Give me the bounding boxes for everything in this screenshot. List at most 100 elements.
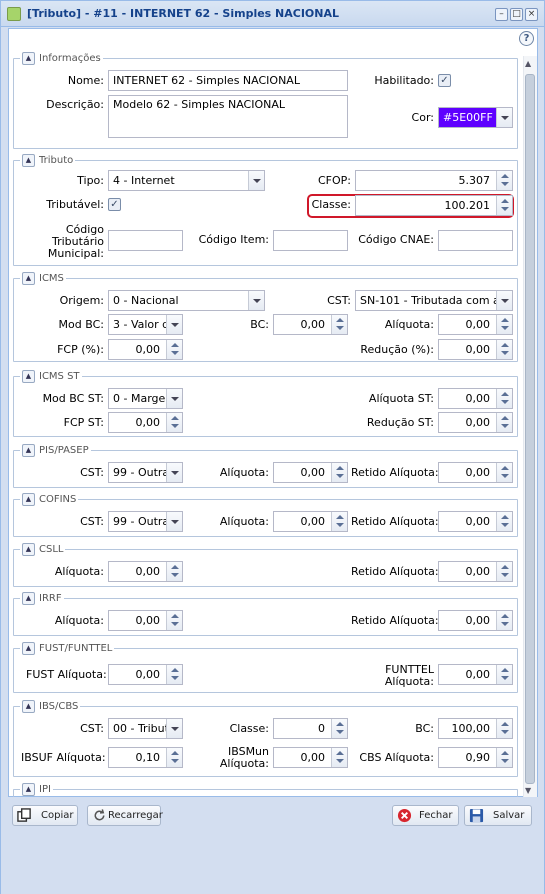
- fcpst-field[interactable]: 0,00: [108, 412, 183, 433]
- chevron-down-icon[interactable]: [166, 315, 182, 334]
- help-icon[interactable]: ?: [519, 31, 534, 46]
- collapse-icon[interactable]: ▲: [22, 443, 35, 457]
- reducaost-field[interactable]: 0,00: [438, 412, 513, 433]
- pis-retido-spinner[interactable]: [496, 463, 512, 482]
- collapse-icon[interactable]: ▲: [22, 153, 35, 167]
- chevron-down-icon[interactable]: [248, 291, 264, 310]
- chevron-down-icon[interactable]: [496, 108, 512, 127]
- bc-spinner[interactable]: [331, 315, 347, 334]
- icms-aliquota-field[interactable]: 0,00: [438, 314, 513, 335]
- cofins-aliquota-spinner[interactable]: [331, 512, 347, 531]
- cofins-aliquota-value: 0,00: [300, 515, 326, 528]
- nome-field[interactable]: INTERNET 62 - Simples NACIONAL: [108, 70, 348, 91]
- tipo-select[interactable]: 4 - Internet: [108, 170, 265, 191]
- collapse-icon[interactable]: ▲: [22, 271, 35, 285]
- ibsuf-aliquota-spinner[interactable]: [166, 748, 182, 767]
- chevron-down-icon[interactable]: [248, 171, 264, 190]
- pis-aliquota-spinner[interactable]: [331, 463, 347, 482]
- ibscbs-cst-select[interactable]: 00 - Tributa: [108, 718, 183, 739]
- cofins-aliquota-field[interactable]: 0,00: [273, 511, 348, 532]
- ibscbs-classe-spinner[interactable]: [331, 719, 347, 738]
- pis-aliquota-field[interactable]: 0,00: [273, 462, 348, 483]
- collapse-icon[interactable]: ▲: [22, 591, 35, 605]
- maximize-button[interactable]: □: [510, 8, 523, 21]
- ibsmun-aliquota-field[interactable]: 0,00: [273, 747, 348, 768]
- scroll-down-icon[interactable]: ▼: [525, 786, 531, 795]
- fcp-field[interactable]: 0,00: [108, 339, 183, 360]
- pis-cst-select[interactable]: 99 - Outras: [108, 462, 183, 483]
- irrf-retido-field[interactable]: 0,00: [438, 610, 513, 631]
- reducao-spinner[interactable]: [496, 340, 512, 359]
- chevron-down-icon[interactable]: [496, 291, 512, 310]
- scroll-up-icon[interactable]: ▲: [525, 59, 531, 68]
- modbc-select[interactable]: 3 - Valor da: [108, 314, 183, 335]
- ibsmun-aliquota-spinner[interactable]: [331, 748, 347, 767]
- bc-field[interactable]: 0,00: [273, 314, 348, 335]
- fcp-spinner[interactable]: [166, 340, 182, 359]
- collapse-icon[interactable]: ▲: [22, 699, 35, 713]
- cfop-field[interactable]: 5.307: [355, 170, 513, 191]
- chevron-down-icon[interactable]: [166, 389, 182, 408]
- chevron-down-icon[interactable]: [166, 463, 182, 482]
- tributavel-checkbox[interactable]: ✓: [108, 198, 121, 211]
- collapse-icon[interactable]: ▲: [22, 542, 35, 556]
- fieldset-legend: ICMS: [39, 272, 64, 284]
- chevron-down-icon[interactable]: [166, 512, 182, 531]
- cofins-retido-field[interactable]: 0,00: [438, 511, 513, 532]
- minimize-button[interactable]: –: [495, 8, 508, 21]
- ibsuf-aliquota-field[interactable]: 0,10: [108, 747, 183, 768]
- irrf-retido-spinner[interactable]: [496, 611, 512, 630]
- collapse-icon[interactable]: ▲: [22, 782, 35, 796]
- funttel-aliquota-field[interactable]: 0,00: [438, 664, 513, 685]
- ibscbs-classe-field[interactable]: 0: [273, 718, 348, 739]
- cbs-aliquota-field[interactable]: 0,90: [438, 747, 513, 768]
- recarregar-button[interactable]: Recarregar: [87, 805, 163, 826]
- codigo-item-field[interactable]: [273, 230, 348, 251]
- reducaost-spinner[interactable]: [496, 413, 512, 432]
- irrf-aliquota-field[interactable]: 0,00: [108, 610, 183, 631]
- collapse-icon[interactable]: ▲: [22, 369, 35, 383]
- icms-aliquota-spinner[interactable]: [496, 315, 512, 334]
- aliquotast-field[interactable]: 0,00: [438, 388, 513, 409]
- csll-retido-spinner[interactable]: [496, 562, 512, 581]
- salvar-button[interactable]: Salvar: [464, 805, 532, 826]
- cofins-cst-select[interactable]: 99 - Outras: [108, 511, 183, 532]
- icms-cst-select[interactable]: SN-101 - Tributada com alíquota: [355, 290, 513, 311]
- origem-select[interactable]: 0 - Nacional: [108, 290, 265, 311]
- chevron-down-icon[interactable]: [166, 719, 182, 738]
- csll-retido-value: 0,00: [465, 565, 491, 578]
- descricao-textarea[interactable]: Modelo 62 - Simples NACIONAL: [108, 95, 348, 138]
- habilitado-checkbox[interactable]: ✓: [438, 74, 451, 87]
- codigo-cnae-field[interactable]: [438, 230, 513, 251]
- fieldset-ipi: ▲ IPI: [13, 782, 518, 797]
- collapse-icon[interactable]: ▲: [22, 492, 35, 506]
- cbs-aliquota-spinner[interactable]: [496, 748, 512, 767]
- csll-aliquota-field[interactable]: 0,00: [108, 561, 183, 582]
- title-bar[interactable]: [Tributo] - #11 - INTERNET 62 - Simples …: [1, 1, 544, 27]
- fechar-button[interactable]: Fechar: [392, 805, 459, 826]
- scrollbar-thumb[interactable]: [525, 74, 535, 784]
- pis-retido-field[interactable]: 0,00: [438, 462, 513, 483]
- ibscbs-bc-field[interactable]: 100,00: [438, 718, 513, 739]
- close-button[interactable]: ×: [525, 8, 538, 21]
- cfop-spinner[interactable]: [496, 171, 512, 190]
- cod-trib-mun-field[interactable]: [108, 230, 183, 251]
- funttel-aliquota-spinner[interactable]: [496, 665, 512, 684]
- collapse-icon[interactable]: ▲: [22, 641, 35, 655]
- fust-aliquota-spinner[interactable]: [166, 665, 182, 684]
- ibscbs-bc-spinner[interactable]: [496, 719, 512, 738]
- irrf-aliquota-spinner[interactable]: [166, 611, 182, 630]
- collapse-icon[interactable]: ▲: [22, 51, 35, 65]
- csll-aliquota-spinner[interactable]: [166, 562, 182, 581]
- csll-retido-field[interactable]: 0,00: [438, 561, 513, 582]
- classe-spinner[interactable]: [496, 196, 512, 215]
- cor-picker[interactable]: #5E00FF: [438, 107, 513, 128]
- copiar-button[interactable]: Copiar: [12, 805, 78, 826]
- fust-aliquota-field[interactable]: 0,00: [108, 664, 183, 685]
- reducao-field[interactable]: 0,00: [438, 339, 513, 360]
- aliquotast-spinner[interactable]: [496, 389, 512, 408]
- cofins-retido-spinner[interactable]: [496, 512, 512, 531]
- modbcst-select[interactable]: 0 - Margem: [108, 388, 183, 409]
- classe-field[interactable]: 100.201: [355, 195, 513, 216]
- fcpst-spinner[interactable]: [166, 413, 182, 432]
